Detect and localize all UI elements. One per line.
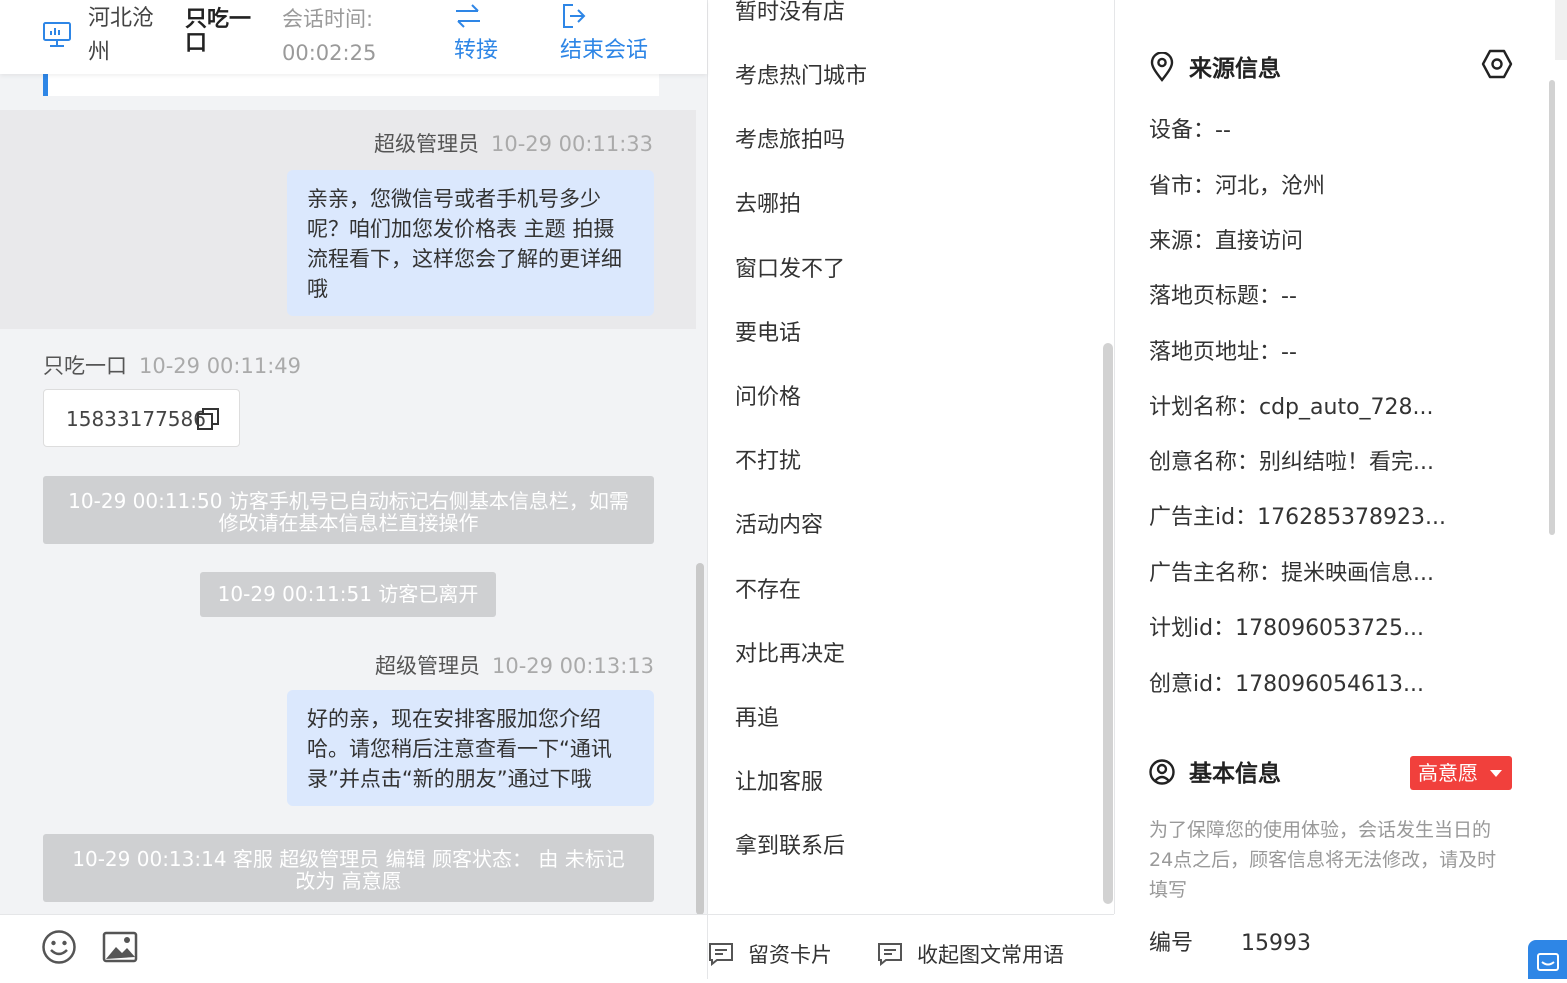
transfer-label: 转接 xyxy=(454,38,499,63)
system-notice: 10-29 00:11:50 访客手机号已自动标记右侧基本信息栏，如需修改请在基… xyxy=(43,476,654,544)
source-info-row: 落地页标题：-- xyxy=(1149,284,1297,309)
source-info-row: 来源：直接访问 xyxy=(1149,229,1304,254)
source-info-row: 创意id：178096054613... xyxy=(1149,672,1425,697)
quick-reply-panel: 暂时没有店 考虑热门城市 考虑旅拍吗 去哪拍 窗口发不了 要电话 问价格 不打扰… xyxy=(708,0,1115,914)
source-info-title: 来源信息 xyxy=(1149,52,1281,85)
message-time: 10-29 00:13:13 xyxy=(491,654,654,678)
transfer-button[interactable]: 转接 xyxy=(454,0,498,68)
quoted-message-card xyxy=(43,74,659,96)
quick-reply-item[interactable]: 暂时没有店 xyxy=(735,0,845,28)
phone-number-text: 15833177586 xyxy=(66,407,206,431)
basic-info-title: 基本信息 xyxy=(1149,757,1281,790)
chat-toolbar xyxy=(0,914,707,980)
visitor-name: 只吃一口 xyxy=(185,7,252,56)
message-item: 超级管理员 10-29 00:11:33 亲亲，您微信号或者手机号多少呢？咱们加您… xyxy=(0,110,696,329)
customer-id-label: 编号 xyxy=(1149,931,1194,956)
chat-header: 河北沧州 只吃一口 会话时间: 00:02:25 转接 结束会话 xyxy=(0,0,707,74)
intent-status-dropdown[interactable]: 高意愿 xyxy=(1410,756,1512,790)
visitor-info-panel: 来源信息 设备：-- 省市：河北，沧州 来源：直接访问 落地页标题：-- 落地页… xyxy=(1115,0,1567,979)
source-info-row: 广告主id：176285378923... xyxy=(1149,505,1447,530)
basic-info-label: 基本信息 xyxy=(1189,761,1281,787)
quick-reply-item[interactable]: 活动内容 xyxy=(735,511,823,541)
image-icon[interactable] xyxy=(102,929,138,965)
quick-reply-item[interactable]: 考虑旅拍吗 xyxy=(735,126,845,156)
message-sender: 只吃一口 xyxy=(43,354,127,378)
user-circle-icon xyxy=(1149,759,1175,785)
message-meta: 只吃一口 10-29 00:11:49 xyxy=(43,350,301,380)
collapse-phrases-button[interactable]: 收起图文常用语 xyxy=(877,937,1064,973)
quick-reply-item[interactable]: 问价格 xyxy=(735,383,801,413)
message-sender: 超级管理员 xyxy=(374,654,480,678)
chat-bubble-icon xyxy=(1537,953,1559,971)
message-time: 10-29 00:11:33 xyxy=(490,132,653,156)
info-scroll-track xyxy=(1555,0,1567,60)
source-info-row: 计划名称：cdp_auto_728... xyxy=(1149,395,1434,420)
quick-reply-scrollbar[interactable] xyxy=(1103,343,1113,904)
system-notice: 10-29 00:11:51 访客已离开 xyxy=(200,572,496,617)
visitor-location: 河北沧州 xyxy=(88,6,155,65)
source-info-row: 省市：河北，沧州 xyxy=(1149,174,1326,199)
visitor-message-bubble: 15833177586 xyxy=(43,389,240,447)
message-meta: 超级管理员 10-29 00:11:33 xyxy=(374,128,653,158)
quick-reply-item[interactable]: 拿到联系后 xyxy=(735,832,845,862)
message-time: 10-29 00:11:49 xyxy=(139,354,302,378)
source-info-label: 来源信息 xyxy=(1189,56,1281,82)
customer-id-value: 15993 xyxy=(1241,931,1311,956)
session-time-value: 00:02:25 xyxy=(282,41,377,65)
agent-message-bubble: 好的亲，现在安排客服加您介绍哈。请您稍后注意查看一下“通讯录”并点击“新的朋友”… xyxy=(287,690,654,806)
message-meta: 超级管理员 10-29 00:13:13 xyxy=(375,650,654,680)
chat-panel: 河北沧州 只吃一口 会话时间: 00:02:25 转接 结束会话 超级管理员 10… xyxy=(0,0,708,980)
monitor-icon xyxy=(43,22,71,47)
chat-widget-button[interactable] xyxy=(1528,940,1567,979)
hexagon-settings-icon[interactable] xyxy=(1481,48,1513,80)
message-card-icon xyxy=(878,943,902,966)
message-list[interactable]: 超级管理员 10-29 00:11:33 亲亲，您微信号或者手机号多少呢？咱们加您… xyxy=(0,74,707,914)
message-sender: 超级管理员 xyxy=(373,132,479,156)
info-card-button[interactable]: 留资卡片 xyxy=(708,937,832,973)
source-info-row: 广告主名称：提米映画信息... xyxy=(1149,561,1434,586)
system-notice: 10-29 00:13:14 客服 超级管理员 编辑 顾客状态： 由 未标记 改… xyxy=(43,834,654,902)
emoji-icon[interactable] xyxy=(41,929,77,965)
agent-message-bubble: 亲亲，您微信号或者手机号多少呢？咱们加您发价格表 主题 拍摄流程看下，这样您会了… xyxy=(287,170,654,316)
location-pin-icon xyxy=(1150,52,1174,82)
source-info-row: 创意名称：别纠结啦！看完... xyxy=(1149,450,1434,475)
logout-icon xyxy=(563,4,586,28)
quick-reply-item[interactable]: 让加客服 xyxy=(735,768,823,798)
quick-reply-item[interactable]: 考虑热门城市 xyxy=(735,62,867,92)
info-card-label: 留资卡片 xyxy=(748,943,832,967)
quick-reply-item[interactable]: 窗口发不了 xyxy=(735,255,845,285)
quick-reply-item[interactable]: 再追 xyxy=(735,704,779,734)
end-session-button[interactable]: 结束会话 xyxy=(560,0,648,68)
quick-reply-item[interactable]: 要电话 xyxy=(735,319,801,349)
source-info-row: 落地页地址：-- xyxy=(1149,340,1297,365)
end-session-label: 结束会话 xyxy=(560,38,649,63)
quick-reply-item[interactable]: 去哪拍 xyxy=(735,190,801,220)
intent-status-label: 高意愿 xyxy=(1418,761,1478,785)
toolbar-links: 留资卡片 收起图文常用语 xyxy=(708,914,1114,980)
copy-icon[interactable] xyxy=(197,408,219,430)
info-scrollbar[interactable] xyxy=(1549,80,1555,535)
quick-reply-item[interactable]: 不打扰 xyxy=(735,447,801,477)
source-info-row: 设备：-- xyxy=(1149,118,1231,143)
collapse-phrases-label: 收起图文常用语 xyxy=(917,943,1064,967)
quick-reply-item[interactable]: 不存在 xyxy=(735,576,801,606)
chat-scrollbar[interactable] xyxy=(696,563,704,915)
caret-down-icon xyxy=(1490,770,1502,777)
source-info-row: 计划id：178096053725... xyxy=(1149,616,1425,641)
message-card-icon xyxy=(709,943,733,966)
swap-arrows-icon xyxy=(456,4,480,28)
basic-info-note: 为了保障您的使用体验，会话发生当日的24点之后，顾客信息将无法修改，请及时填写 xyxy=(1149,819,1497,901)
session-time-label: 会话时间: xyxy=(282,7,374,31)
quick-reply-item[interactable]: 对比再决定 xyxy=(735,640,845,670)
